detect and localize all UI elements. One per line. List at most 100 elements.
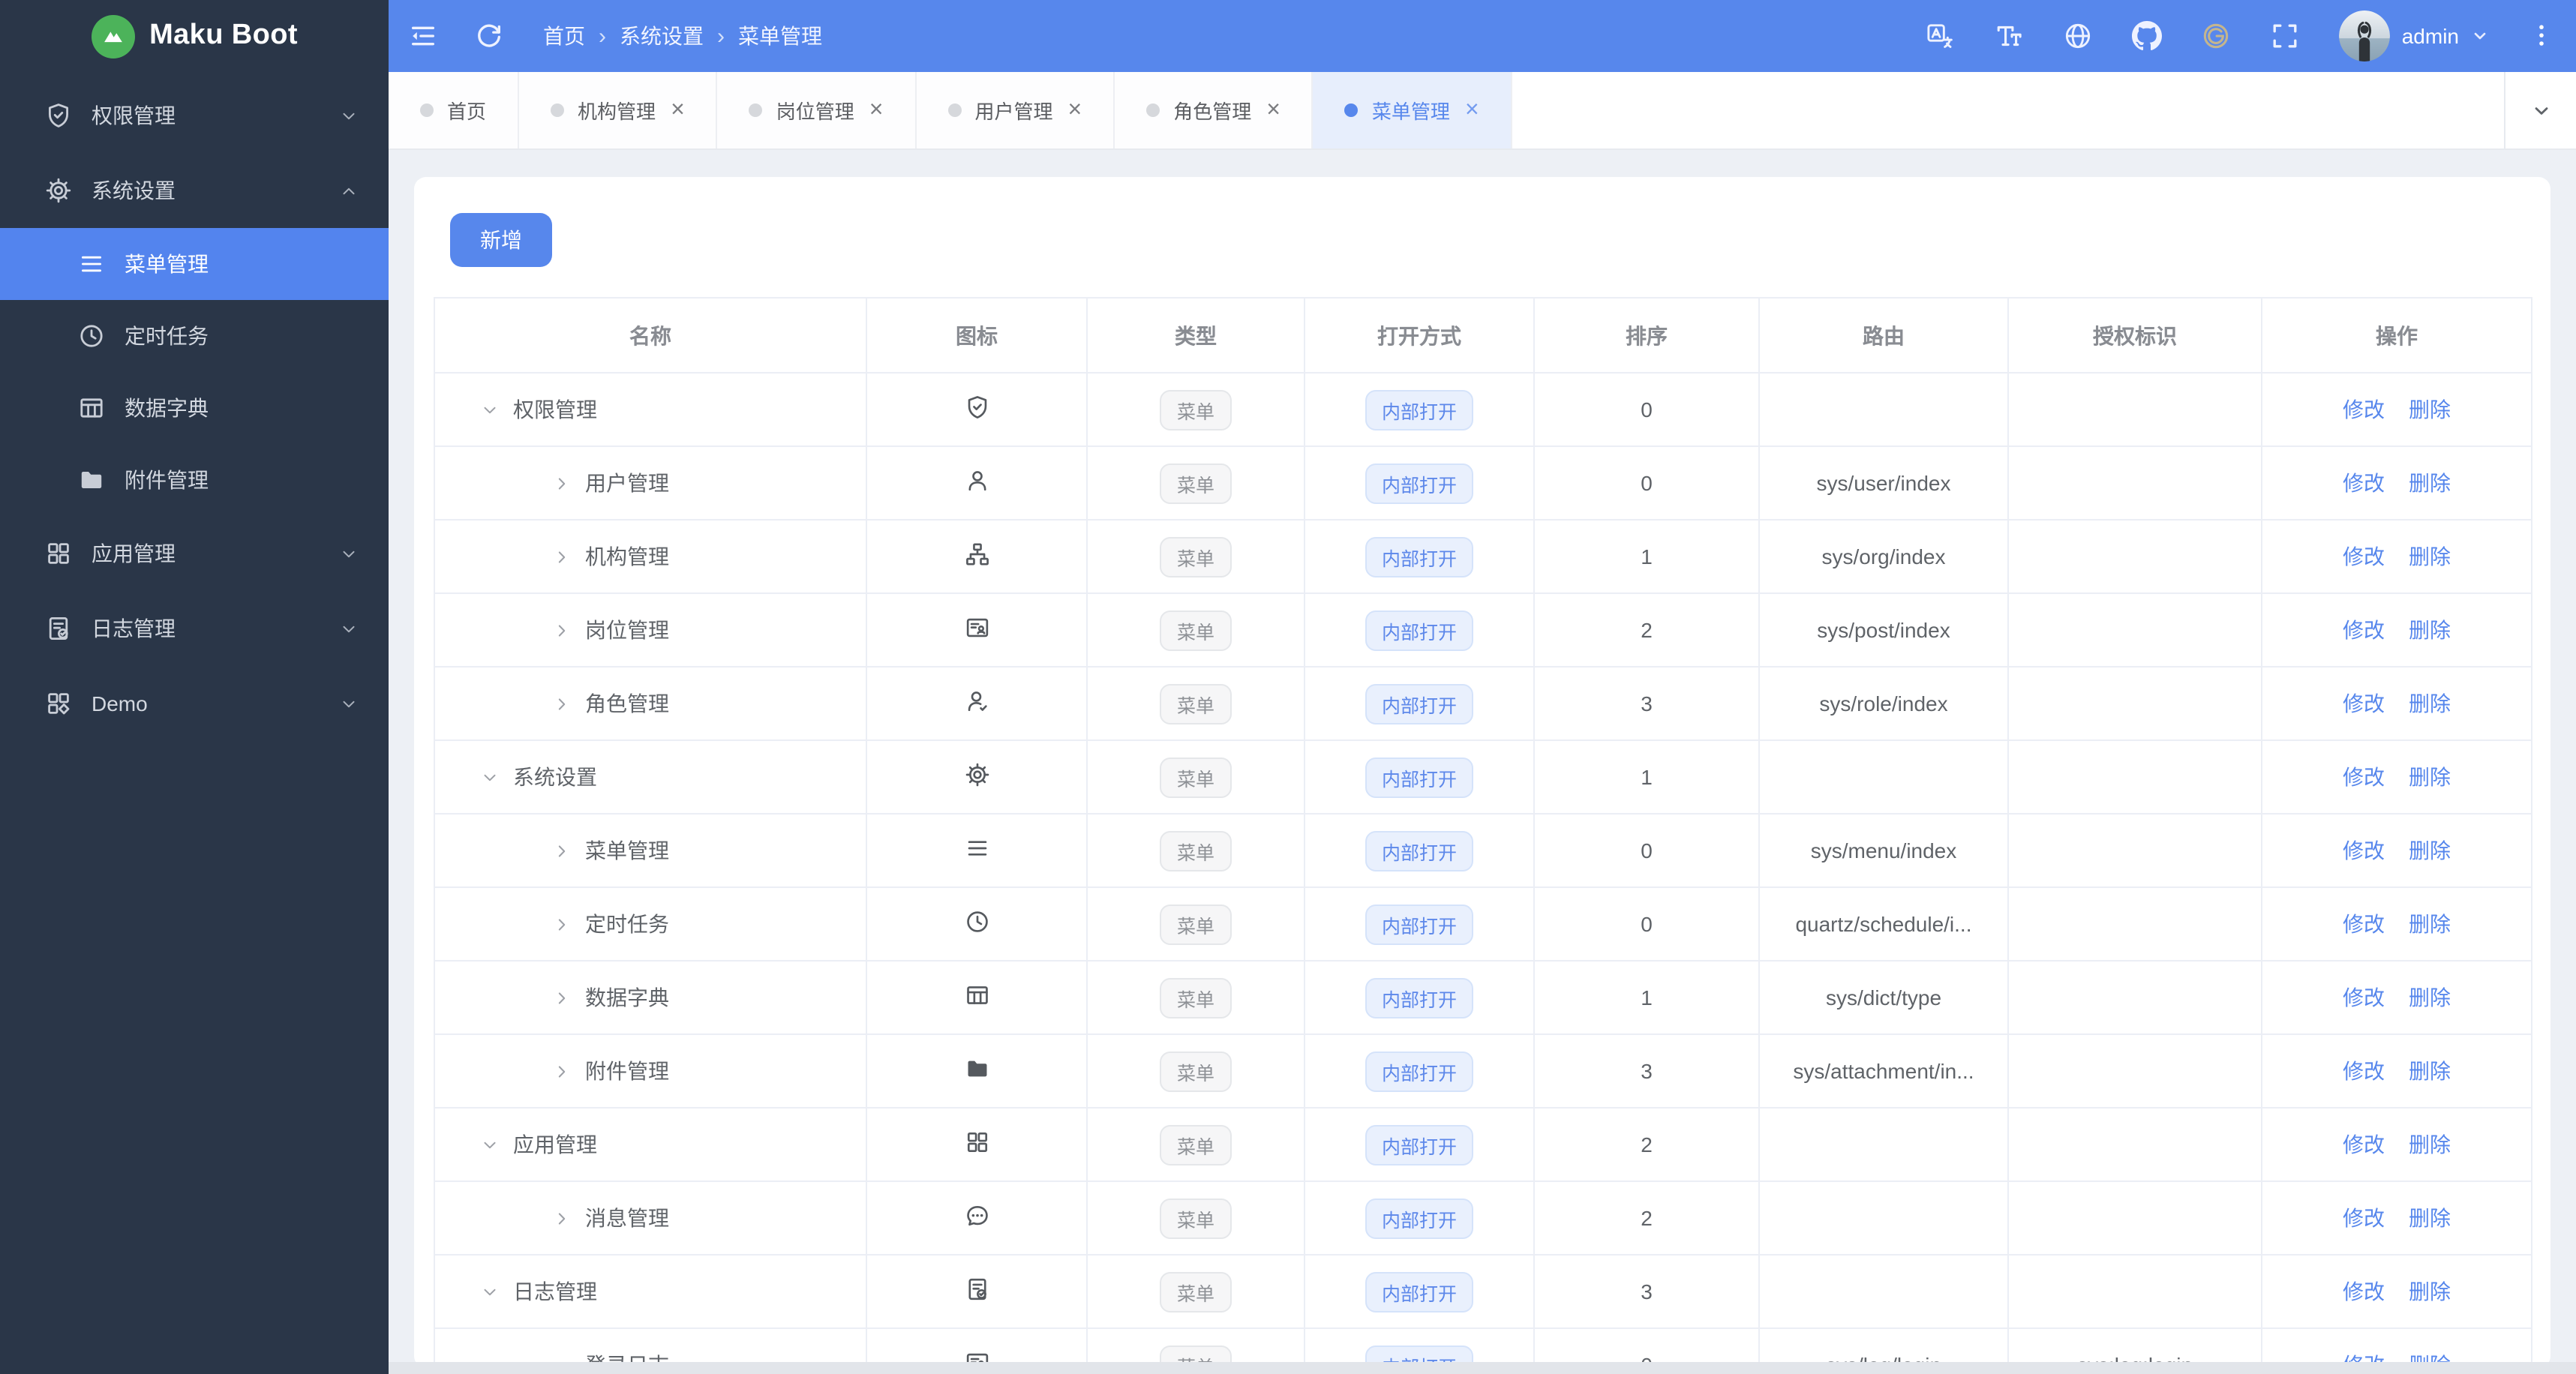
sidebar-item-perms[interactable]: 权限管理 xyxy=(0,78,389,153)
type-badge: 菜单 xyxy=(1160,389,1231,430)
message-icon xyxy=(964,1203,989,1228)
chevron-right-icon[interactable] xyxy=(552,914,572,934)
app-window: Maku Boot 权限管理 系统设置 菜单管理 定时任务 数据字典 附件管理 应用管理 日志… xyxy=(0,0,2576,1374)
close-icon[interactable]: × xyxy=(1465,98,1479,122)
edit-link[interactable]: 修改 xyxy=(2343,986,2385,1010)
tab-home[interactable]: 首页 xyxy=(389,72,520,148)
delete-link[interactable]: 删除 xyxy=(2409,1132,2451,1156)
log-doc-icon xyxy=(45,615,72,642)
horizontal-scrollbar[interactable] xyxy=(389,1362,2576,1374)
globe-icon[interactable] xyxy=(2063,21,2093,51)
gitee-icon[interactable] xyxy=(2201,21,2231,51)
delete-link[interactable]: 删除 xyxy=(2409,692,2451,716)
edit-link[interactable]: 修改 xyxy=(2343,618,2385,642)
sidebar-item-schedule[interactable]: 定时任务 xyxy=(0,300,389,372)
shield-check-icon xyxy=(45,102,72,129)
column-header: 授权标识 xyxy=(2007,297,2262,374)
chevron-right-icon[interactable] xyxy=(552,620,572,640)
delete-link[interactable]: 删除 xyxy=(2409,1280,2451,1304)
edit-link[interactable]: 修改 xyxy=(2343,544,2385,568)
route-value: sys/org/index xyxy=(1758,519,2009,594)
delete-link[interactable]: 删除 xyxy=(2409,765,2451,789)
edit-link[interactable]: 修改 xyxy=(2343,1206,2385,1230)
menu-name: 权限管理 xyxy=(513,398,597,422)
edit-link[interactable]: 修改 xyxy=(2343,1132,2385,1156)
chevron-down-icon[interactable] xyxy=(480,1282,500,1301)
delete-link[interactable]: 删除 xyxy=(2409,544,2451,568)
tab-post[interactable]: 岗位管理 × xyxy=(717,72,917,148)
tab-user[interactable]: 用户管理 × xyxy=(916,72,1115,148)
chevron-down-icon[interactable] xyxy=(480,767,500,787)
open-mode-badge: 内部打开 xyxy=(1365,1271,1473,1312)
sidebar-item-attachment[interactable]: 附件管理 xyxy=(0,444,389,516)
clock-icon xyxy=(78,322,105,350)
sidebar-item-system[interactable]: 系统设置 xyxy=(0,153,389,228)
edit-link[interactable]: 修改 xyxy=(2343,838,2385,862)
chevron-right-icon[interactable] xyxy=(552,473,572,493)
edit-link[interactable]: 修改 xyxy=(2343,692,2385,716)
edit-link[interactable]: 修改 xyxy=(2343,912,2385,936)
chevron-right-icon[interactable] xyxy=(552,547,572,566)
delete-link[interactable]: 删除 xyxy=(2409,398,2451,422)
edit-link[interactable]: 修改 xyxy=(2343,398,2385,422)
breadcrumb-home[interactable]: 首页 xyxy=(543,21,585,51)
sidebar-item-log[interactable]: 日志管理 xyxy=(0,591,389,666)
delete-link[interactable]: 删除 xyxy=(2409,1206,2451,1230)
open-mode-badge: 内部打开 xyxy=(1365,830,1473,871)
github-icon[interactable] xyxy=(2131,21,2162,51)
breadcrumb-system[interactable]: 系统设置 xyxy=(620,21,704,51)
edit-link[interactable]: 修改 xyxy=(2343,1059,2385,1083)
chevron-right-icon[interactable] xyxy=(552,841,572,860)
tab-status-dot xyxy=(551,104,565,117)
column-header: 类型 xyxy=(1086,297,1305,374)
sidebar-item-app[interactable]: 应用管理 xyxy=(0,516,389,591)
log-doc-icon xyxy=(964,1276,989,1302)
delete-link[interactable]: 删除 xyxy=(2409,986,2451,1010)
delete-link[interactable]: 删除 xyxy=(2409,912,2451,936)
breadcrumb-separator: › xyxy=(599,23,606,49)
chevron-right-icon[interactable] xyxy=(552,988,572,1007)
auth-value xyxy=(2007,1180,2262,1256)
delete-link[interactable]: 删除 xyxy=(2409,838,2451,862)
chevron-down-icon[interactable] xyxy=(480,400,500,419)
chevron-right-icon[interactable] xyxy=(552,1208,572,1228)
user-menu[interactable]: admin xyxy=(2338,10,2489,62)
sort-value: 0 xyxy=(1533,446,1760,520)
table-row: 角色管理 菜单 内部打开 3 sys/role/index 修改 删除 xyxy=(434,666,2532,741)
fullscreen-icon[interactable] xyxy=(2270,21,2300,51)
tab-status-dot xyxy=(420,104,434,117)
chevron-right-icon[interactable] xyxy=(552,1061,572,1081)
tab-menu[interactable]: 菜单管理 × xyxy=(1313,72,1512,148)
tab-org[interactable]: 机构管理 × xyxy=(519,72,718,148)
delete-link[interactable]: 删除 xyxy=(2409,618,2451,642)
translate-icon[interactable] xyxy=(1925,21,1955,51)
chevron-down-icon xyxy=(2471,27,2489,45)
menu-fold-icon[interactable] xyxy=(408,21,438,51)
refresh-icon[interactable] xyxy=(474,21,504,51)
add-button[interactable]: 新增 xyxy=(450,213,552,267)
menu-name: 岗位管理 xyxy=(585,618,669,642)
sidebar-item-menu[interactable]: 菜单管理 xyxy=(0,228,389,300)
close-icon[interactable]: × xyxy=(1068,98,1082,122)
chevron-right-icon[interactable] xyxy=(552,694,572,713)
kebab-menu-icon[interactable] xyxy=(2531,22,2552,50)
font-size-icon[interactable] xyxy=(1994,21,2024,51)
delete-link[interactable]: 删除 xyxy=(2409,471,2451,495)
edit-link[interactable]: 修改 xyxy=(2343,765,2385,789)
sidebar-item-dict[interactable]: 数据字典 xyxy=(0,372,389,444)
close-icon[interactable]: × xyxy=(1266,98,1280,122)
chevron-down-icon[interactable] xyxy=(480,1135,500,1154)
close-icon[interactable]: × xyxy=(869,98,884,122)
delete-link[interactable]: 删除 xyxy=(2409,1059,2451,1083)
tab-role[interactable]: 角色管理 × xyxy=(1115,72,1314,148)
avatar[interactable] xyxy=(2338,10,2390,62)
sort-value: 0 xyxy=(1533,372,1760,447)
username-label: admin xyxy=(2401,24,2459,48)
edit-link[interactable]: 修改 xyxy=(2343,1280,2385,1304)
close-icon[interactable]: × xyxy=(671,98,685,122)
auth-value xyxy=(2007,960,2262,1035)
edit-link[interactable]: 修改 xyxy=(2343,471,2385,495)
sidebar-item-demo[interactable]: Demo xyxy=(0,666,389,741)
tabbar-dropdown-button[interactable] xyxy=(2504,72,2576,148)
sidebar-menu: 权限管理 系统设置 菜单管理 定时任务 数据字典 附件管理 应用管理 日志管理 Demo xyxy=(0,72,389,741)
